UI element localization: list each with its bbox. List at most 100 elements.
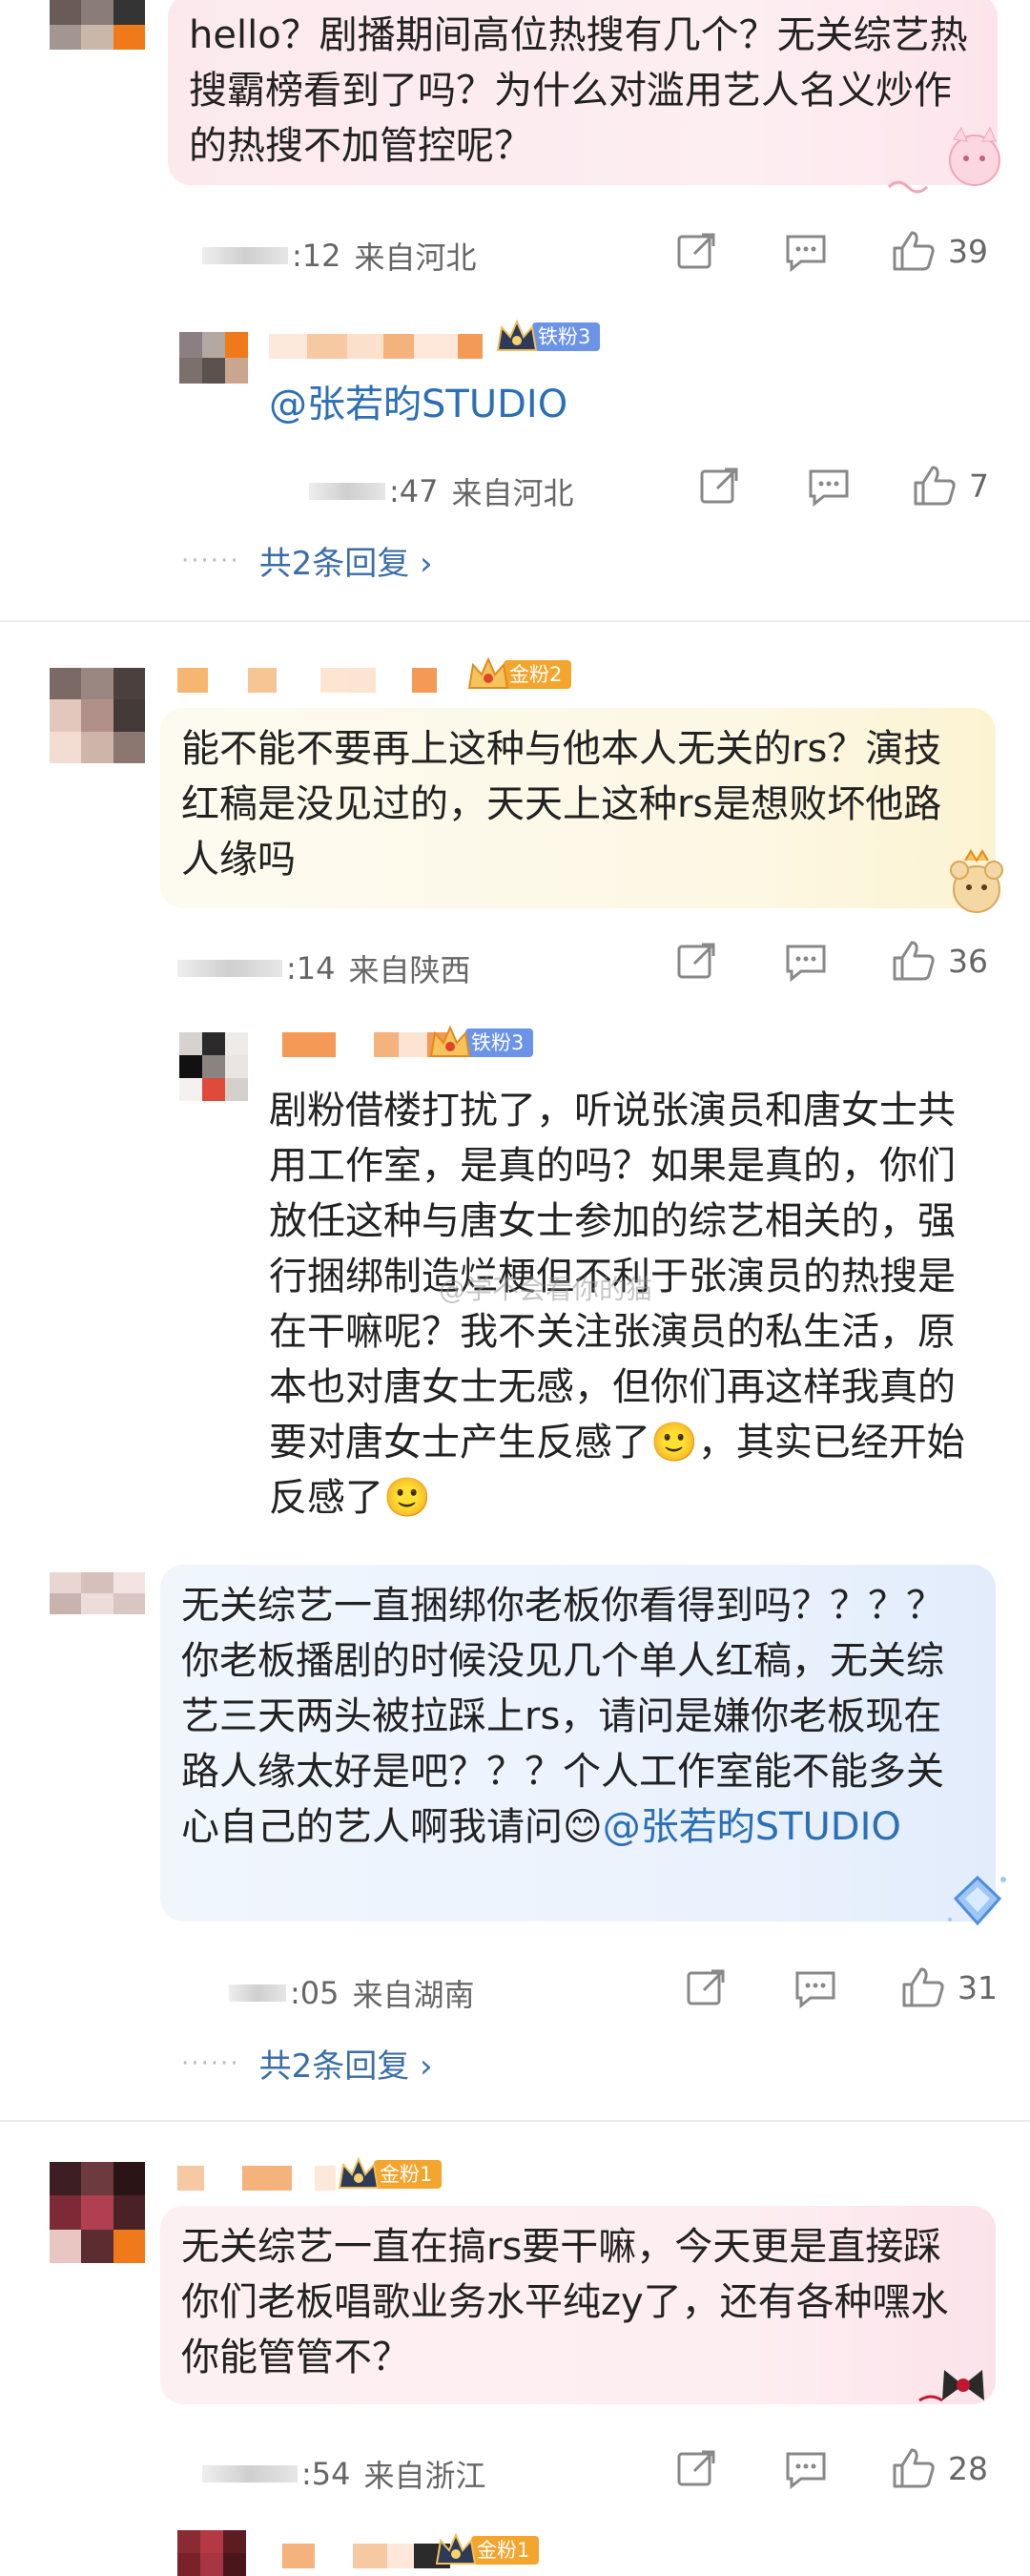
- time-blur: [177, 960, 282, 977]
- time-blur: [202, 2465, 298, 2483]
- reply-time: :47: [389, 473, 439, 509]
- thumbs-up-icon: [902, 1967, 944, 2007]
- watermark-text: @学不会看你的猫: [439, 1274, 653, 1305]
- share-icon: [677, 2450, 715, 2486]
- avatar[interactable]: [50, 1572, 145, 1614]
- share-button[interactable]: [685, 1967, 727, 2009]
- crown-icon: [494, 318, 540, 356]
- sticker-decoration-icon: [870, 124, 1013, 200]
- avatar[interactable]: [50, 668, 145, 763]
- fan-badge[interactable]: 铁粉3: [427, 1024, 534, 1062]
- comment-icon: [786, 2452, 826, 2490]
- more-replies-label: 共2条回复 ›: [258, 545, 433, 583]
- more-replies-link[interactable]: ······ 共2条回复 ›: [181, 537, 433, 584]
- comment-icon: [809, 469, 849, 508]
- comment-button[interactable]: [784, 941, 828, 983]
- thumbs-up-icon: [893, 2448, 935, 2488]
- thumbs-up-icon: [914, 466, 956, 506]
- reply-text: 剧粉借楼打扰了，听说张演员和唐女士共用工作室，是真的吗？如果是真的，你们放任这种…: [269, 1083, 975, 1560]
- like-count: 7: [969, 467, 989, 505]
- share-icon: [687, 1969, 725, 2005]
- comment-icon: [786, 945, 826, 983]
- avatar[interactable]: [179, 1032, 248, 1101]
- mention-link[interactable]: @张若昀STUDIO: [603, 1805, 901, 1849]
- comment-text: 能不能不要再上这种与他本人无关的rs？演技红稿是没见过的，天天上这种rs是想败坏…: [181, 727, 942, 882]
- comment-button[interactable]: [793, 1967, 837, 2009]
- fan-badge-label: 金粉1: [374, 2160, 443, 2189]
- comment-button[interactable]: [784, 2448, 828, 2490]
- comment-button[interactable]: [784, 231, 828, 273]
- comment-meta: :54 来自浙江: [202, 2452, 486, 2496]
- crown-icon: [465, 655, 511, 694]
- comment-icon: [795, 1971, 835, 2009]
- share-button[interactable]: [698, 466, 740, 508]
- share-icon: [677, 233, 715, 269]
- comment-time: :05: [290, 1975, 340, 2011]
- thumbs-up-icon: [893, 231, 935, 271]
- comment-meta: :14 来自陕西: [177, 946, 471, 990]
- comment-button[interactable]: [807, 466, 851, 508]
- bear-sticker-icon: [940, 847, 1013, 920]
- like-button[interactable]: 39: [891, 229, 988, 273]
- avatar[interactable]: [50, 2162, 145, 2263]
- divider: [0, 620, 1030, 622]
- comment-text: 无关综艺一直在搞rs要干嘛，今天更是直接踩你们老板唱歌业务水平纯zy了，还有各种…: [181, 2225, 949, 2379]
- time-blur: [309, 483, 385, 500]
- share-button[interactable]: [675, 2448, 717, 2490]
- username-blur[interactable]: [177, 2166, 336, 2191]
- comment-text: hello？剧播期间高位热搜有几个？无关综艺热搜霸榜看到了吗？为什么对滥用艺人名…: [189, 13, 968, 168]
- fan-badge[interactable]: 铁粉3: [494, 318, 601, 356]
- comment-meta: :05 来自湖南: [229, 1971, 475, 2015]
- comment-time: :14: [286, 950, 336, 987]
- comment-location: 来自河北: [354, 239, 477, 276]
- like-count: 36: [948, 942, 988, 980]
- avatar[interactable]: [50, 0, 145, 50]
- thumbs-up-icon: [893, 941, 935, 981]
- like-button[interactable]: 7: [912, 464, 989, 508]
- avatar[interactable]: [179, 332, 248, 384]
- divider: [0, 2120, 1030, 2122]
- reply-meta: :47 来自河北: [309, 469, 574, 513]
- comment-location: 来自湖南: [352, 1977, 475, 2013]
- fan-badge-label: 金粉2: [504, 660, 572, 689]
- username-blur[interactable]: [177, 668, 437, 693]
- comment-bubble: 无关综艺一直在搞rs要干嘛，今天更是直接踩你们老板唱歌业务水平纯zy了，还有各种…: [160, 2206, 996, 2404]
- share-icon: [700, 467, 738, 504]
- crown-icon: [427, 1024, 473, 1062]
- like-button[interactable]: 36: [891, 939, 988, 983]
- like-button[interactable]: 28: [891, 2446, 988, 2490]
- like-count: 28: [948, 2449, 988, 2487]
- comment-time: :54: [301, 2456, 351, 2492]
- crown-icon: [336, 2155, 381, 2193]
- fan-badge[interactable]: 金粉2: [465, 655, 572, 694]
- fan-badge[interactable]: 金粉1: [433, 2531, 540, 2569]
- more-replies-label: 共2条回复 ›: [258, 2047, 433, 2086]
- bow-sticker-icon: [916, 2362, 1011, 2410]
- share-button[interactable]: [675, 231, 717, 273]
- fan-badge-label: 铁粉3: [532, 322, 601, 351]
- like-count: 31: [958, 1968, 998, 2006]
- share-icon: [677, 943, 715, 979]
- reply-location: 来自河北: [451, 475, 574, 511]
- comment-bubble: 无关综艺一直捆绑你老板你看得到吗？？？？你老板播剧的时候没见几个单人红稿，无关综…: [160, 1565, 996, 1922]
- like-button[interactable]: 31: [900, 1965, 998, 2009]
- share-button[interactable]: [675, 941, 717, 983]
- avatar[interactable]: [177, 2530, 246, 2576]
- mention-link[interactable]: @张若昀STUDIO: [269, 383, 567, 426]
- more-replies-link[interactable]: ······ 共2条回复 ›: [181, 2040, 433, 2087]
- watermark: @学不会看你的猫: [439, 1269, 652, 1307]
- username-blur[interactable]: [282, 2544, 450, 2568]
- comment-location: 来自陕西: [348, 952, 471, 988]
- diamond-sticker-icon: [944, 1872, 1011, 1929]
- like-count: 39: [948, 232, 988, 270]
- time-blur: [202, 247, 288, 264]
- fan-badge-label: 铁粉3: [465, 1028, 534, 1057]
- dots-decoration: ······: [181, 546, 240, 575]
- comment-icon: [786, 235, 826, 273]
- comment-location: 来自浙江: [363, 2458, 486, 2494]
- fan-badge[interactable]: 金粉1: [336, 2155, 443, 2193]
- username-blur[interactable]: [269, 334, 483, 359]
- reply-text: @张若昀STUDIO: [269, 377, 567, 432]
- dots-decoration: ······: [181, 2048, 240, 2078]
- crown-icon: [433, 2531, 479, 2569]
